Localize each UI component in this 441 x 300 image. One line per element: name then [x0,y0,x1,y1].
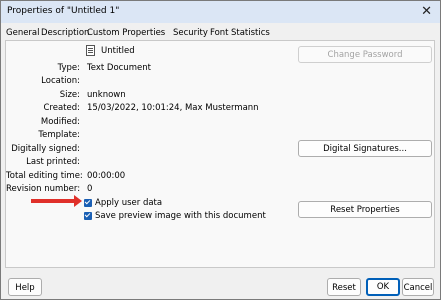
close-icon[interactable]: ✕ [421,4,432,19]
apply-user-data-label: Apply user data [95,198,163,208]
annotation-arrow-icon [31,195,82,207]
save-preview-checkbox[interactable] [84,212,92,220]
general-panel: Untitled Type: Text Document Location: S… [5,40,435,268]
type-value: Text Document [87,63,151,73]
created-value: 15/03/2022, 10:01:24, Max Mustermann [87,103,259,113]
cancel-button[interactable]: Cancel [402,278,434,296]
digitally-signed-label: Digitally signed: [11,144,80,154]
total-editing-time-label: Total editing time: [6,171,83,181]
ok-button[interactable]: OK [366,278,400,296]
document-name: Untitled [101,46,135,56]
apply-user-data-checkbox[interactable] [84,199,92,207]
type-label: Type: [57,63,80,73]
properties-dialog: Properties of "Untitled 1" ✕ General Des… [0,0,441,300]
help-button[interactable]: Help [8,278,42,296]
window-title: Properties of "Untitled 1" [7,6,120,16]
reset-properties-button[interactable]: Reset Properties [298,201,432,218]
size-value: unknown [87,90,126,100]
digital-signatures-button[interactable]: Digital Signatures... [298,140,432,157]
tab-description[interactable]: Description [41,28,89,38]
document-icon [86,45,95,56]
created-label: Created: [43,103,80,113]
revision-number-label: Revision number: [6,184,81,194]
last-printed-label: Last printed: [26,157,80,167]
total-editing-time-value: 00:00:00 [87,171,126,181]
change-password-button[interactable]: Change Password [298,46,432,63]
template-label: Template: [38,130,80,140]
tab-bar: General Description Custom Properties Se… [1,25,440,40]
size-label: Size: [59,90,80,100]
reset-button[interactable]: Reset [327,278,361,296]
location-label: Location: [41,76,80,86]
tab-general[interactable]: General [6,28,40,38]
modified-label: Modified: [40,117,80,127]
save-preview-label: Save preview image with this document [95,211,266,221]
tab-security[interactable]: Security [173,28,208,38]
tab-custom-properties[interactable]: Custom Properties [87,28,165,38]
tab-font[interactable]: Font [210,28,229,38]
tab-statistics[interactable]: Statistics [231,28,270,38]
revision-number-value: 0 [87,184,93,194]
title-bar: Properties of "Untitled 1" ✕ [1,1,440,23]
